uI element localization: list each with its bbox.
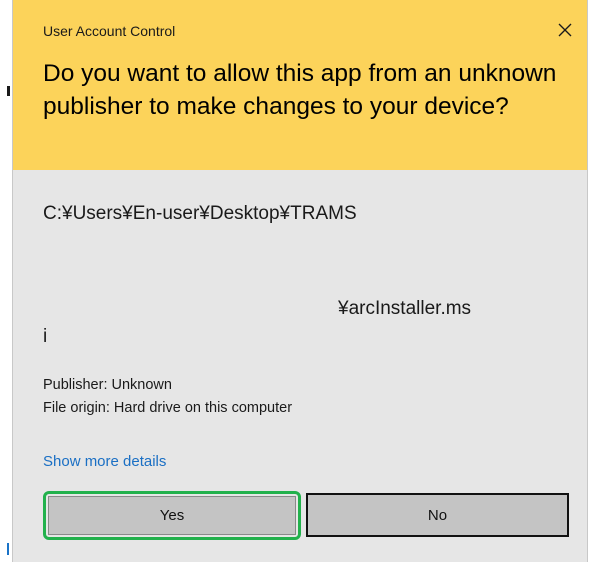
close-button[interactable] [553, 18, 577, 42]
no-button[interactable]: No [306, 493, 569, 537]
file-path-line-2: ¥arcInstaller.ms [338, 298, 472, 319]
close-icon [558, 23, 572, 37]
window-title: User Account Control [43, 23, 176, 39]
screen: User Account Control Do you want to allo… [0, 0, 591, 562]
dialog-header: User Account Control Do you want to allo… [13, 0, 587, 170]
uac-dialog: User Account Control Do you want to allo… [12, 0, 588, 562]
publisher-text: Publisher: Unknown [43, 377, 172, 393]
show-more-details-link[interactable]: Show more details [43, 453, 166, 470]
background-window-edge [7, 86, 10, 96]
file-path-line-3: i [43, 326, 48, 347]
file-path-line-1: C:¥Users¥En-user¥Desktop¥TRAMS [43, 203, 357, 224]
file-origin-text: File origin: Hard drive on this computer [43, 400, 293, 416]
yes-button-highlight: Yes [43, 491, 301, 540]
yes-button[interactable]: Yes [48, 496, 296, 535]
dialog-heading: Do you want to allow this app from an un… [43, 60, 557, 120]
background-window-edge-accent [7, 543, 9, 555]
